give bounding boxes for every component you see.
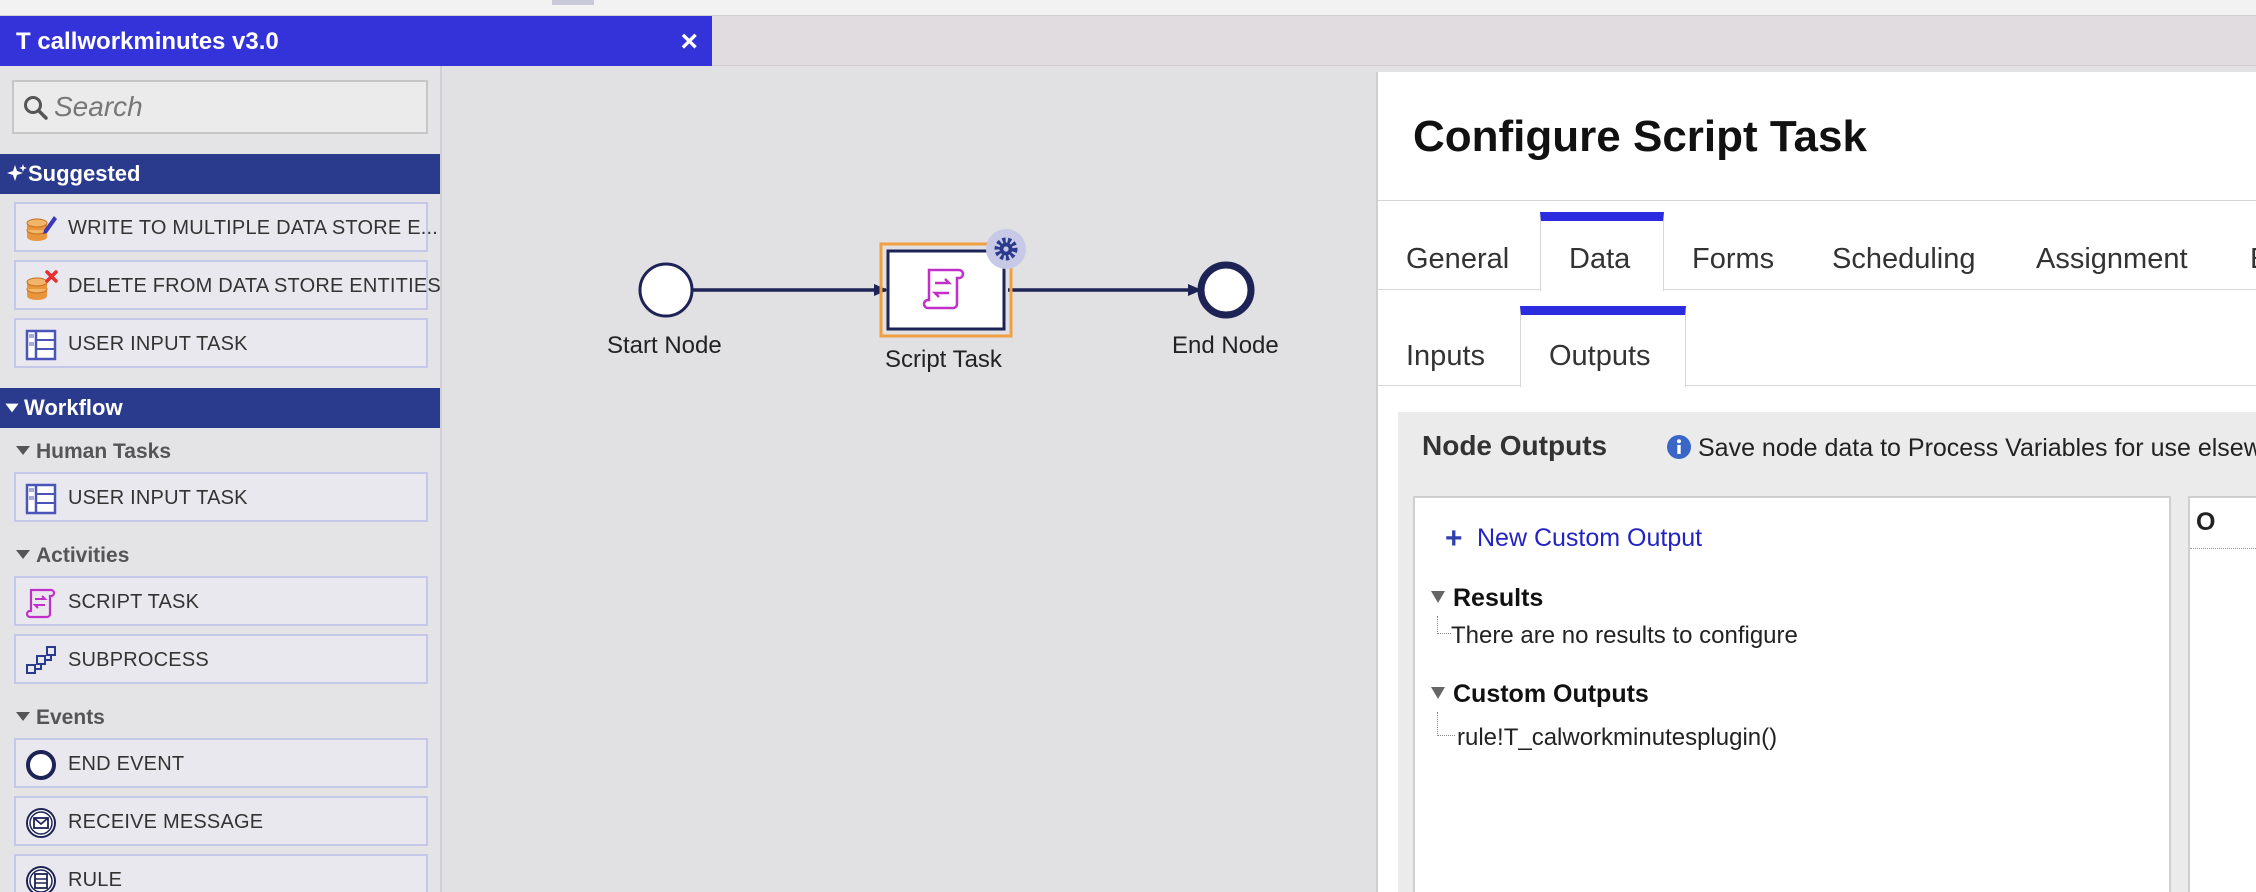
- palette-item-label: RULE: [68, 869, 123, 891]
- config-tabs: General Data Forms Scheduling Assignment…: [1378, 212, 2256, 291]
- caret-down-icon: [16, 711, 30, 721]
- results-empty-message: There are no results to configure: [1451, 622, 1798, 649]
- start-node-shape: [638, 262, 694, 318]
- rule-icon: [26, 866, 56, 892]
- divider: [1378, 200, 2256, 201]
- script-task-label: Script Task: [885, 346, 1002, 373]
- section-workflow-label: Workflow: [24, 395, 123, 420]
- gear-icon: [986, 229, 1026, 269]
- group-label: Activities: [36, 544, 130, 567]
- subtab-inputs[interactable]: Inputs: [1406, 312, 1516, 386]
- info-icon: [1667, 435, 1691, 459]
- palette-item-user-input-task[interactable]: USER INPUT TASK: [14, 472, 428, 522]
- palette-item-label: DELETE FROM DATA STORE ENTITIES: [68, 275, 441, 297]
- output-detail-column: O: [2188, 496, 2256, 892]
- group-label: Events: [36, 706, 105, 729]
- tab-overflow[interactable]: E: [2250, 218, 2256, 290]
- section-suggested-label: Suggested: [28, 161, 141, 186]
- search-input[interactable]: [54, 88, 414, 126]
- top-strip: [0, 0, 2256, 16]
- close-icon[interactable]: ×: [680, 25, 698, 59]
- caret-down-icon: [16, 549, 30, 559]
- user-input-task-icon: [25, 329, 57, 361]
- new-custom-output-link[interactable]: + New Custom Output: [1445, 522, 1702, 556]
- tree-node-results[interactable]: Results: [1431, 584, 1543, 613]
- detail-column-divider: [2190, 548, 2256, 549]
- palette-item-label: USER INPUT TASK: [68, 487, 248, 509]
- script-task-shape: [886, 249, 1006, 331]
- start-node-label: Start Node: [607, 332, 722, 359]
- configure-panel: Configure Script Task General Data Forms…: [1376, 72, 2256, 892]
- tab-forms[interactable]: Forms: [1692, 218, 1792, 290]
- section-workflow[interactable]: Workflow: [0, 388, 440, 428]
- group-human-tasks[interactable]: Human Tasks: [16, 440, 171, 464]
- tree-connector: [1437, 616, 1451, 634]
- search-icon: [24, 96, 48, 120]
- palette-item-label: RECEIVE MESSAGE: [68, 811, 264, 833]
- palette-item-label: USER INPUT TASK: [68, 333, 248, 355]
- node-palette: Suggested WRITE TO MULTIPLE DATA STORE E…: [0, 66, 442, 892]
- tab-scheduling[interactable]: Scheduling: [1832, 218, 1992, 290]
- data-subtabs: Inputs Outputs: [1378, 306, 2256, 387]
- palette-search[interactable]: [12, 80, 428, 134]
- process-diagram: [638, 229, 1255, 338]
- window-title-bar: T callworkminutes v3.0 ×: [0, 16, 712, 66]
- subprocess-icon: [26, 646, 56, 674]
- window-title: T callworkminutes v3.0: [16, 28, 279, 55]
- node-outputs-heading: Node Outputs: [1422, 430, 1608, 461]
- palette-item-label: SCRIPT TASK: [68, 591, 200, 613]
- tree-connector: [1437, 712, 1455, 736]
- palette-item-user-input-task[interactable]: USER INPUT TASK: [14, 318, 428, 368]
- process-canvas[interactable]: Start Node Script Task End Node: [444, 66, 1376, 892]
- user-input-task-icon: [25, 483, 57, 515]
- palette-item-delete-data-store[interactable]: DELETE FROM DATA STORE ENTITIES: [14, 260, 440, 310]
- script-task-icon: [25, 588, 56, 619]
- group-events[interactable]: Events: [16, 706, 105, 730]
- caret-down-icon: [5, 403, 19, 413]
- node-outputs-panel: Node Outputs Save node data to Process V…: [1398, 412, 2256, 892]
- outputs-tree: + New Custom Output Results There are no …: [1413, 496, 2171, 892]
- node-outputs-info: Save node data to Process Variables for …: [1698, 434, 2256, 462]
- write-data-store-icon: [26, 216, 57, 241]
- group-activities[interactable]: Activities: [16, 544, 129, 568]
- title-bar-spacer: [712, 16, 2256, 66]
- detail-column-header: O: [2196, 508, 2216, 536]
- palette-item-label: WRITE TO MULTIPLE DATA STORE E...: [68, 217, 438, 239]
- group-label: Human Tasks: [36, 440, 171, 463]
- new-custom-output-label: New Custom Output: [1477, 524, 1703, 552]
- palette-item-script-task[interactable]: SCRIPT TASK: [14, 576, 428, 626]
- palette-item-subprocess[interactable]: SUBPROCESS: [14, 634, 428, 684]
- tab-general[interactable]: General: [1406, 218, 1526, 290]
- receive-message-icon: [26, 808, 56, 838]
- caret-down-icon: [1431, 591, 1445, 604]
- plus-icon: +: [1445, 522, 1463, 555]
- tab-assignment[interactable]: Assignment: [2036, 218, 2206, 290]
- subtab-outputs[interactable]: Outputs: [1520, 306, 1686, 387]
- end-node-label: End Node: [1172, 332, 1279, 359]
- sparkle-icon: [7, 164, 27, 181]
- end-event-icon: [26, 750, 56, 780]
- tree-node-custom-outputs[interactable]: Custom Outputs: [1431, 680, 1649, 709]
- caret-down-icon: [1431, 687, 1445, 700]
- caret-down-icon: [16, 445, 30, 455]
- top-strip-marker: [552, 0, 594, 5]
- custom-output-item[interactable]: rule!T_calworkminutesplugin(): [1457, 724, 1777, 752]
- end-node-shape: [1197, 261, 1255, 319]
- palette-item-end-event[interactable]: END EVENT: [14, 738, 428, 788]
- palette-item-label: END EVENT: [68, 753, 185, 775]
- delete-data-store-icon: [26, 270, 58, 300]
- panel-title: Configure Script Task: [1413, 112, 1867, 161]
- palette-item-label: SUBPROCESS: [68, 649, 209, 671]
- palette-item-write-data-store[interactable]: WRITE TO MULTIPLE DATA STORE E...: [14, 202, 438, 252]
- palette-item-rule[interactable]: RULE: [14, 854, 428, 892]
- palette-item-receive-message[interactable]: RECEIVE MESSAGE: [14, 796, 428, 846]
- section-suggested[interactable]: Suggested: [0, 154, 440, 194]
- tab-data[interactable]: Data: [1540, 212, 1664, 291]
